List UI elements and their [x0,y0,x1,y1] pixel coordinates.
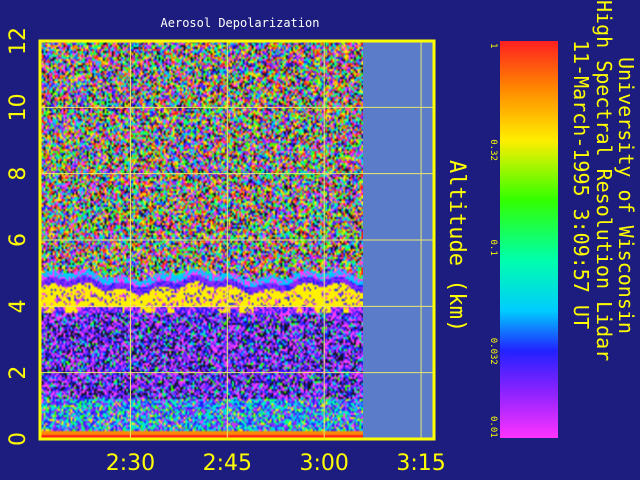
y-tick-labels: 0 2 4 6 8 10 12 [6,27,31,446]
x-tick-label: 2:30 [106,451,155,476]
y-tick-label: 6 [6,233,31,247]
side-title-line2: High Spectral Resolution Lidar [592,0,616,361]
x-tick-label: 2:45 [203,451,252,476]
chart-title: Aerosol Depolarization [161,16,320,30]
y-tick-label: 2 [6,366,31,380]
side-title-line1: University of Wisconsin [614,57,638,334]
lidar-chart: Aerosol Depolarization 0 2 4 6 8 10 12 2:30 2:4… [6,0,638,476]
colorbar-tick: 0.01 [488,416,498,438]
colorbar-tick-labels: 1 0.32 0.1 0.032 0.01 [488,43,498,438]
y-tick-label: 8 [6,167,31,181]
y-tick-label: 12 [6,27,31,55]
colorbar-tick: 0.032 [488,338,498,365]
colorbar-tick: 0.32 [488,139,498,161]
y-axis-label: Altitude (km) [444,160,469,332]
colorbar [500,41,558,438]
side-title-line3: 11-March-1995 3:09:57 UT [569,40,593,329]
y-tick-label: 10 [6,93,31,121]
y-tick-label: 0 [6,432,31,446]
colorbar-tick: 0.1 [488,240,498,256]
colorbar-tick: 1 [488,43,498,48]
x-tick-labels: 2:30 2:45 3:00 3:15 [106,451,446,476]
x-tick-label: 3:00 [299,451,348,476]
y-tick-label: 4 [6,299,31,313]
x-tick-label: 3:15 [396,451,445,476]
